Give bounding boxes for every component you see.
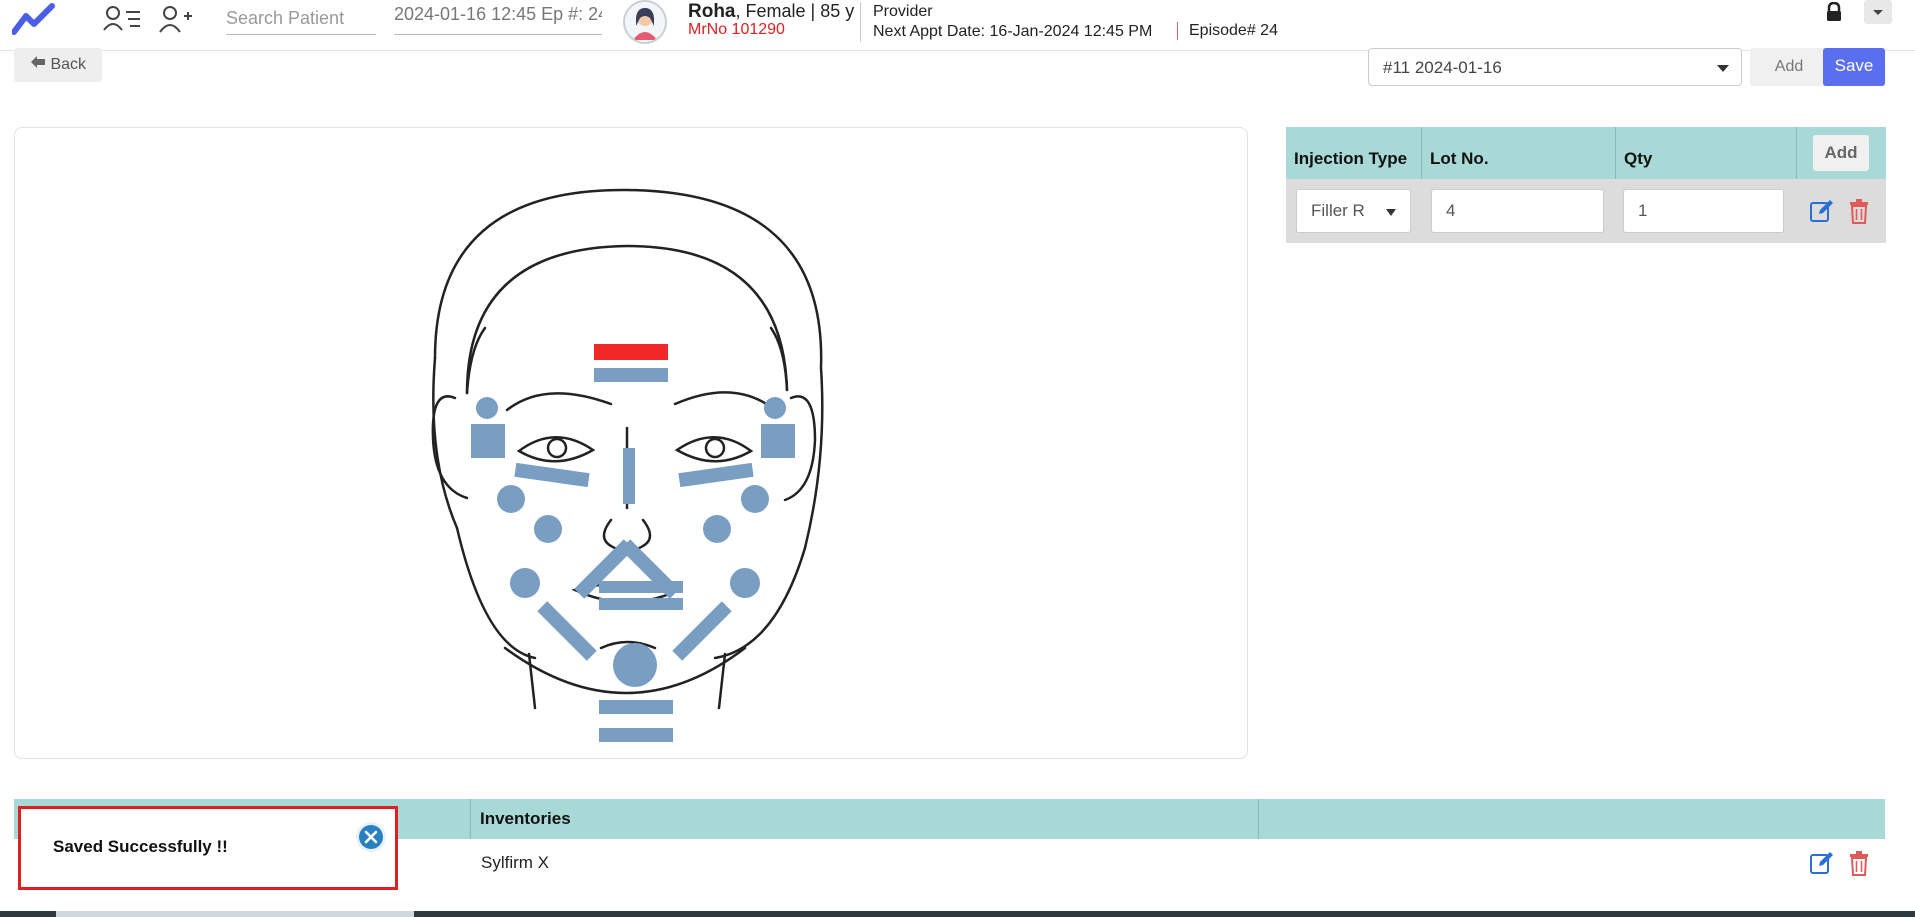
- patient-avatar: [623, 0, 667, 44]
- next-appt-label: Next Appt Date: [873, 23, 981, 40]
- divider: [1177, 22, 1178, 40]
- search-patient-input[interactable]: [226, 2, 376, 35]
- next-appt: Next Appt Date: 16-Jan-2024 12:45 PM: [873, 22, 1152, 42]
- patient-name: Roha: [688, 1, 736, 22]
- visit-select-value: #11 2024-01-16: [1383, 58, 1502, 77]
- patient-details: , Female | 85 y: [735, 1, 855, 21]
- next-appt-value: : 16-Jan-2024 12:45 PM: [980, 23, 1153, 40]
- divider: [1258, 799, 1259, 839]
- close-icon[interactable]: [355, 821, 387, 858]
- injection-type-select[interactable]: Filler R: [1296, 189, 1411, 233]
- injection-table-header: Injection Type Lot No. Qty Add: [1286, 127, 1886, 179]
- trash-icon[interactable]: [1846, 850, 1872, 876]
- edit-icon[interactable]: [1809, 850, 1835, 876]
- add-visit-button[interactable]: Add: [1750, 48, 1828, 86]
- qty-input[interactable]: 1: [1623, 189, 1784, 233]
- divider: [470, 799, 471, 839]
- toast-message: Saved Successfully !!: [53, 837, 228, 856]
- chevron-down-icon: [1873, 10, 1883, 15]
- col-inventories: Inventories: [480, 809, 571, 828]
- patient-name-line: Roha, Female | 85 y: [688, 0, 854, 23]
- caret-down-icon: [1717, 65, 1729, 72]
- col-lot-no: Lot No.: [1421, 127, 1615, 179]
- injection-type-value: Filler R: [1311, 201, 1365, 220]
- back-label: Back: [50, 56, 87, 74]
- user-menu-button[interactable]: [1864, 0, 1892, 24]
- face-chart-panel: [14, 127, 1248, 759]
- divider: [860, 2, 861, 42]
- col-qty: Qty: [1615, 127, 1796, 179]
- scrollbar-thumb[interactable]: [56, 911, 414, 917]
- horizontal-scrollbar[interactable]: [0, 911, 1915, 917]
- save-button[interactable]: Save: [1823, 48, 1885, 86]
- caret-down-icon: [1386, 209, 1396, 216]
- episode-selector[interactable]: 2024-01-16 12:45 Ep #: 24: [394, 2, 602, 35]
- episode-number: Episode# 24: [1189, 22, 1278, 39]
- provider-info: Provider Next Appt Date: 16-Jan-2024 12:…: [873, 2, 1152, 42]
- patient-list-icon[interactable]: [102, 4, 142, 39]
- add-injection-button[interactable]: Add: [1813, 135, 1869, 171]
- toast-notification: Saved Successfully !!: [18, 806, 398, 890]
- top-bar: 2024-01-16 12:45 Ep #: 24 Roha, Female |…: [0, 0, 1915, 51]
- col-injection-type: Injection Type: [1294, 149, 1408, 168]
- back-button[interactable]: Back: [14, 48, 102, 82]
- lock-icon[interactable]: [1826, 1, 1842, 27]
- visit-select[interactable]: #11 2024-01-16: [1368, 48, 1742, 86]
- patient-mrno: MrNo 101290: [688, 21, 785, 38]
- arrow-left-icon: [30, 48, 46, 82]
- add-patient-icon[interactable]: [158, 4, 194, 39]
- edit-icon[interactable]: [1809, 198, 1835, 224]
- trash-icon[interactable]: [1846, 198, 1872, 224]
- table-row: Filler R 4 1: [1286, 179, 1886, 243]
- lot-no-input[interactable]: 4: [1431, 189, 1604, 233]
- app-logo-icon[interactable]: [11, 2, 56, 41]
- face-diagram[interactable]: [15, 128, 1247, 758]
- provider-label: Provider: [873, 3, 933, 20]
- inventory-item: Sylfirm X: [481, 853, 549, 872]
